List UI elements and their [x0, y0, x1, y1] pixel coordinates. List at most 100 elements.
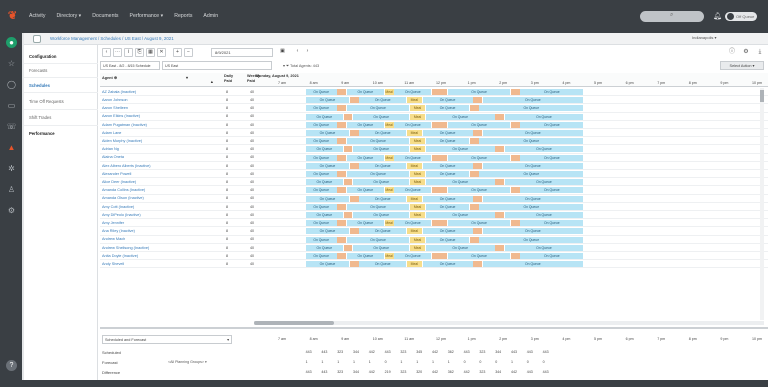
break-activity[interactable] — [349, 97, 359, 104]
on-queue-activity[interactable]: On Queue — [305, 236, 337, 243]
on-queue-activity[interactable]: On Queue — [346, 253, 385, 259]
table-row[interactable]: Anita Doyle (Inactive) 8 40 On Queue On Queu… — [100, 252, 768, 261]
nav-directory[interactable]: Directory ▾ — [56, 13, 81, 19]
on-queue-activity[interactable]: On Queue — [394, 220, 432, 227]
calendar-picker-icon[interactable]: ▣ — [278, 48, 287, 57]
on-queue-activity[interactable]: On Queue — [479, 138, 584, 145]
break-activity[interactable] — [495, 146, 505, 153]
on-queue-activity[interactable]: On Queue — [482, 97, 584, 104]
break-activity[interactable] — [469, 171, 479, 177]
on-queue-activity[interactable]: On Queue — [305, 203, 337, 210]
on-queue-activity[interactable]: On Queue — [305, 113, 343, 120]
schedule-timeline[interactable]: On Queue On Queue Meal On Queue On Queue — [305, 162, 590, 169]
sidebar-item-performance[interactable]: Performance — [29, 131, 55, 136]
on-queue-activity[interactable]: On Queue — [359, 228, 407, 235]
agent-name-link[interactable]: Andrew Mach — [102, 237, 125, 241]
meal-activity[interactable]: Meal — [409, 203, 426, 210]
nav-documents[interactable]: Documents — [92, 13, 118, 19]
agent-name-link[interactable]: Alaina Oneta — [102, 155, 124, 159]
on-queue-activity[interactable]: On Queue — [482, 228, 584, 235]
break-activity[interactable] — [510, 253, 520, 259]
break-activity[interactable] — [349, 261, 359, 268]
meal-activity[interactable]: Meal — [384, 89, 394, 95]
table-row[interactable]: Adam Lane 8 40 On Queue On Queue Meal On Queue… — [100, 129, 768, 138]
notifications-bell-icon[interactable]: 🔔︎ — [713, 12, 722, 20]
on-queue-activity[interactable]: On Queue — [447, 89, 511, 95]
table-row[interactable]: Alex Albero Alberts (Inactive) 8 40 On Queu… — [100, 162, 768, 170]
agent-name-link[interactable]: Aiden Murphy (Inactive) — [102, 139, 142, 143]
on-queue-activity[interactable]: On Queue — [394, 187, 432, 194]
on-queue-activity[interactable]: On Queue — [305, 146, 343, 153]
agent-name-link[interactable]: AZ Zabala (Inactive) — [102, 90, 136, 94]
schedule-timeline[interactable]: On Queue On Queue Meal On Queue On Queue — [305, 195, 590, 202]
table-row[interactable]: Andy Shevell 8 40 On Queue On Queue Meal On Qu… — [100, 260, 768, 269]
break-activity[interactable] — [337, 253, 347, 259]
agent-column-header[interactable]: Agent ⊕ — [102, 75, 117, 80]
meal-activity[interactable]: Meal — [409, 171, 426, 177]
break-activity[interactable] — [337, 187, 347, 194]
on-queue-activity[interactable]: On Queue — [425, 203, 470, 210]
on-queue-activity[interactable]: On Queue — [425, 236, 470, 243]
schedule-timeline[interactable]: On Queue On Queue Meal On Queue On Queue — [305, 138, 590, 145]
agent-name-link[interactable]: Alex Albero Alberts (Inactive) — [102, 164, 151, 168]
break-activity[interactable] — [431, 253, 448, 259]
break-activity[interactable] — [510, 89, 520, 95]
break-activity[interactable] — [510, 220, 520, 227]
break-activity[interactable] — [495, 113, 505, 120]
schedule-timeline[interactable]: On Queue On Queue Meal On Queue On Queue — [305, 203, 590, 210]
break-activity[interactable] — [337, 121, 347, 128]
table-row[interactable]: Andrew Mach 8 40 On Queue On Queue Meal On Que… — [100, 236, 768, 244]
break-activity[interactable] — [337, 171, 347, 177]
on-queue-activity[interactable]: On Queue — [346, 89, 385, 95]
on-queue-activity[interactable]: On Queue — [422, 130, 473, 136]
more-button[interactable]: ⋯ — [113, 48, 122, 57]
nav-activity[interactable]: Activity — [29, 13, 45, 19]
on-queue-activity[interactable]: On Queue — [346, 121, 385, 128]
on-queue-activity[interactable]: On Queue — [504, 146, 584, 153]
break-activity[interactable] — [349, 195, 359, 202]
meal-activity[interactable]: Meal — [384, 253, 394, 259]
schedule-timeline[interactable]: On Queue On Queue Meal On Queue On Queue — [305, 212, 590, 218]
schedule-timeline[interactable]: On Queue On Queue Meal On Queue On Queue — [305, 236, 590, 243]
schedule-select[interactable]: US East - 8/2 - 8/15 Schedule — [100, 61, 160, 70]
on-queue-activity[interactable]: On Queue — [447, 220, 511, 227]
meal-activity[interactable]: Meal — [384, 187, 394, 194]
break-activity[interactable] — [469, 236, 479, 243]
schedule-timeline[interactable]: On Queue On Queue Meal On Queue On Queue — [305, 179, 590, 186]
on-queue-activity[interactable]: On Queue — [305, 212, 343, 218]
nav-performance[interactable]: Performance ▾ — [130, 13, 164, 19]
on-queue-activity[interactable]: On Queue — [305, 253, 337, 259]
sidebar-item-forecasts[interactable]: Forecasts — [29, 68, 47, 73]
on-queue-activity[interactable]: On Queue — [346, 154, 385, 161]
break-activity[interactable] — [510, 154, 520, 161]
on-queue-activity[interactable]: On Queue — [305, 195, 350, 202]
meal-activity[interactable]: Meal — [409, 244, 426, 251]
on-queue-activity[interactable]: On Queue — [359, 261, 407, 268]
agent-name-link[interactable]: Alice Deer (Inactive) — [102, 180, 136, 184]
break-activity[interactable] — [473, 97, 483, 104]
phone-icon[interactable]: ☏ — [6, 121, 17, 132]
on-queue-activity[interactable]: On Queue — [422, 261, 473, 268]
on-queue-activity[interactable]: On Queue — [425, 212, 495, 218]
on-queue-activity[interactable]: On Queue — [305, 162, 350, 169]
on-queue-activity[interactable]: On Queue — [305, 138, 337, 145]
agent-name-link[interactable]: Adam Pugatman (Inactive) — [102, 123, 147, 127]
on-queue-activity[interactable]: On Queue — [447, 154, 511, 161]
chat-icon[interactable]: ◯ — [6, 79, 17, 90]
on-queue-activity[interactable]: On Queue — [425, 244, 495, 251]
meal-activity[interactable]: Meal — [406, 130, 422, 136]
meal-activity[interactable]: Meal — [409, 138, 426, 145]
user-status-icon[interactable]: ● — [6, 37, 17, 48]
on-queue-activity[interactable]: On Queue — [425, 146, 495, 153]
on-queue-activity[interactable]: On Queue — [359, 162, 407, 169]
agent-name-link[interactable]: Amanda Olson (Inactive) — [102, 196, 144, 200]
agent-name-link[interactable]: Adam Lane — [102, 131, 121, 135]
schedule-timeline[interactable]: On Queue On Queue Meal On Queue On Queue On Q… — [305, 154, 590, 161]
on-queue-activity[interactable]: On Queue — [482, 195, 584, 202]
schedule-timeline[interactable]: On Queue On Queue Meal On Queue On Queue On Q… — [305, 187, 590, 194]
copy-icon[interactable]: ⎘ — [135, 48, 144, 57]
download-icon[interactable]: ⤓ — [756, 48, 764, 56]
nav-reports[interactable]: Reports — [174, 13, 192, 19]
table-row[interactable]: Aaron Elkins (Inactive) 8 40 On Queue On Que… — [100, 113, 768, 121]
on-queue-activity[interactable]: On Queue — [479, 171, 584, 177]
